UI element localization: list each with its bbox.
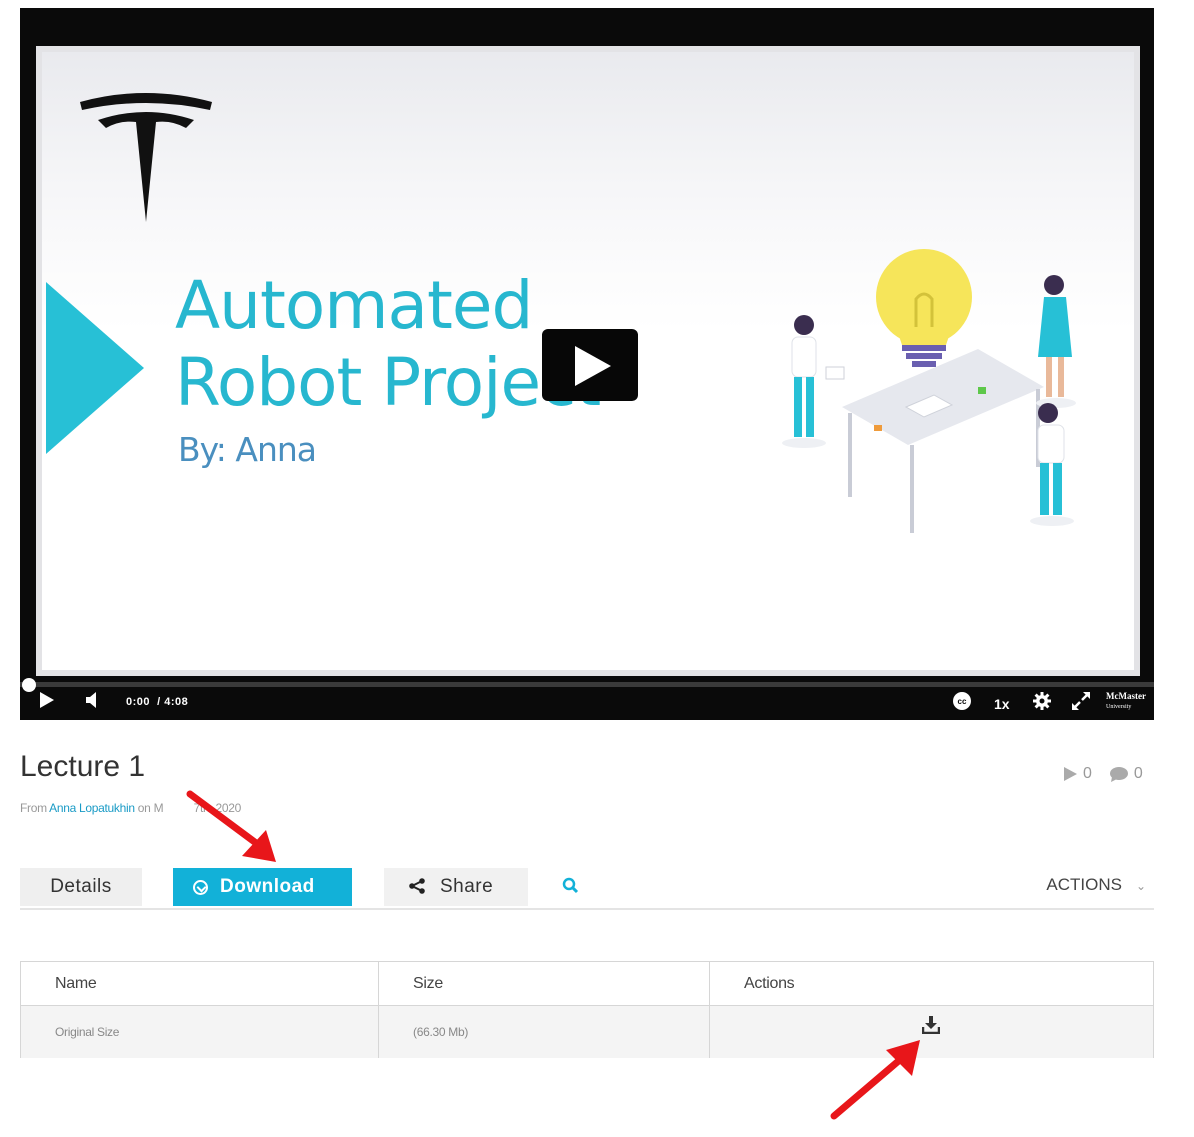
volume-icon[interactable] <box>86 692 100 708</box>
tab-search[interactable] <box>558 868 582 906</box>
flavor-size-cell: (66.30 Mb) <box>378 1005 710 1058</box>
chevron-down-icon: ⌄ <box>1135 879 1146 893</box>
date-partial: M <box>153 801 164 815</box>
tab-download-label: Download <box>220 876 315 897</box>
column-header-actions: Actions <box>709 961 1154 1006</box>
annotation-arrow-download-tab <box>186 790 276 862</box>
play-icon <box>575 346 611 386</box>
closed-captions-icon[interactable]: cc <box>952 692 972 710</box>
time-total: / 4:08 <box>157 696 189 708</box>
brand-subtitle: University <box>1106 704 1132 710</box>
gear-icon[interactable] <box>1032 691 1052 711</box>
play-icon[interactable] <box>40 692 54 708</box>
comment-icon <box>1109 766 1128 782</box>
download-icon[interactable] <box>922 1016 940 1034</box>
page-title: Lecture 1 <box>20 750 146 783</box>
column-header-size: Size <box>378 961 710 1006</box>
actions-dropdown[interactable]: ACTIONS ⌄ <box>1046 866 1146 904</box>
slide-byline: By: Anna <box>178 430 317 469</box>
tesla-logo-icon <box>80 93 212 222</box>
svg-text:cc: cc <box>958 697 967 706</box>
download-flavors-table: Name Size Actions Original Size (66.30 M… <box>20 961 1154 1058</box>
author-link[interactable]: Anna Lopatukhin <box>49 801 135 815</box>
tab-share-label: Share <box>440 876 494 897</box>
play-chevron-graphic <box>46 282 144 454</box>
download-circle-icon <box>193 880 208 895</box>
comments-stat: 0 <box>1109 765 1143 783</box>
fullscreen-icon[interactable] <box>1072 692 1090 710</box>
slide-title-line-2: Robot Project <box>175 344 601 421</box>
share-icon <box>409 878 425 894</box>
video-player[interactable]: Automated Robot Project By: Anna 0:00 / … <box>20 8 1154 720</box>
date-text: 7th, 2020 <box>193 801 242 815</box>
slide-title-line-1: Automated <box>175 267 533 344</box>
from-label: From <box>20 801 47 815</box>
media-tabs: Details Download Share ACTIONS ⌄ <box>20 866 1154 910</box>
media-byline: From Anna Lopatukhin on M 7th, 2020 <box>20 801 241 815</box>
media-stats: 0 0 <box>1064 765 1143 783</box>
playback-speed-button[interactable]: 1x <box>994 696 1010 712</box>
brand-name: McMaster <box>1106 691 1146 701</box>
plays-stat: 0 <box>1064 765 1092 783</box>
table-row: Original Size (66.30 Mb) <box>20 1005 1154 1058</box>
flavor-actions-cell <box>709 1005 1154 1058</box>
progress-bar[interactable] <box>20 678 1154 692</box>
progress-handle[interactable] <box>22 678 36 692</box>
on-label: on <box>137 801 151 815</box>
flavor-name-cell: Original Size <box>20 1005 379 1058</box>
team-lightbulb-illustration <box>782 249 1076 533</box>
play-count-icon <box>1064 767 1077 781</box>
tab-download[interactable]: Download <box>173 868 352 906</box>
tab-details[interactable]: Details <box>20 868 142 906</box>
big-play-button[interactable] <box>542 329 638 401</box>
player-control-bar: 0:00 / 4:08 cc 1x McMaster University <box>20 678 1154 720</box>
plays-count: 0 <box>1083 765 1092 782</box>
tab-share[interactable]: Share <box>384 868 528 906</box>
brand-logo: McMaster University <box>1106 692 1146 712</box>
time-current: 0:00 <box>126 696 151 708</box>
comments-count: 0 <box>1133 765 1143 782</box>
actions-label: ACTIONS <box>1046 875 1122 894</box>
table-header-row: Name Size Actions <box>20 961 1154 1006</box>
search-icon <box>562 877 578 894</box>
column-header-name: Name <box>20 961 379 1006</box>
time-display: 0:00 / 4:08 <box>126 696 188 708</box>
